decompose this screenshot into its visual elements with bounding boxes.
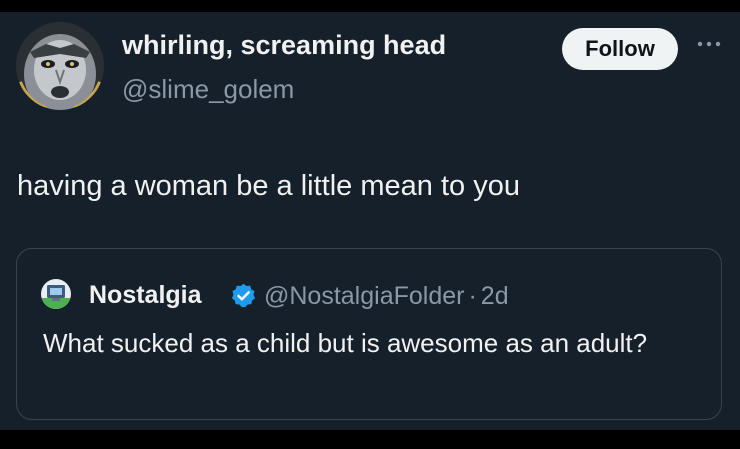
verified-badge-icon — [230, 282, 257, 309]
quoted-author-handle[interactable]: @NostalgiaFolder — [264, 282, 464, 310]
quoted-author-avatar[interactable] — [41, 279, 71, 309]
more-options-icon[interactable] — [696, 34, 722, 54]
meta-separator: · — [468, 282, 477, 310]
author-handle[interactable]: @slime_golem — [122, 74, 294, 105]
author-avatar[interactable] — [16, 22, 104, 110]
tweet-text: having a woman be a little mean to you — [17, 170, 520, 202]
quoted-author-display-name[interactable]: Nostalgia — [89, 281, 202, 310]
follow-button-label: Follow — [585, 36, 655, 61]
bottom-black-bar — [0, 430, 740, 449]
top-black-bar — [0, 0, 740, 12]
author-display-name[interactable]: whirling, screaming head — [122, 30, 446, 61]
quoted-tweet-card[interactable]: Nostalgia @NostalgiaFolder · 2d What sucke… — [16, 248, 722, 420]
quoted-tweet-age[interactable]: 2d — [481, 282, 509, 310]
screaming-face-icon — [16, 22, 104, 110]
follow-button[interactable]: Follow — [562, 28, 678, 70]
quoted-tweet-meta: @NostalgiaFolder · 2d — [264, 282, 509, 311]
retro-computer-icon — [41, 279, 71, 309]
quoted-tweet-text: What sucked as a child but is awesome as… — [43, 328, 648, 358]
